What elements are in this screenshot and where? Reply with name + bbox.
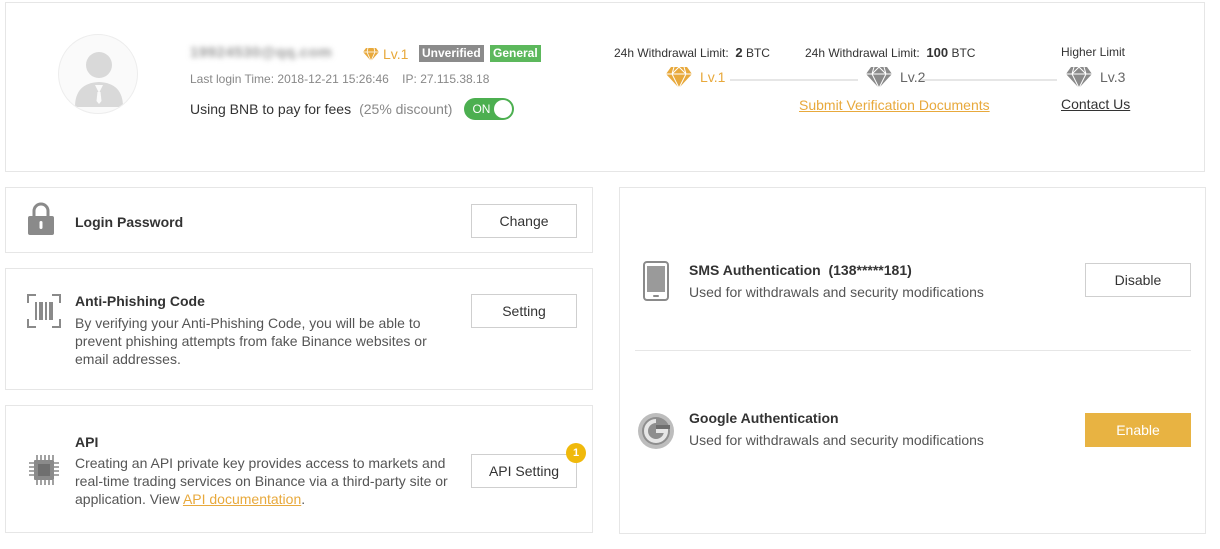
tier-label: Lv.3 (1100, 69, 1126, 85)
authentication-panel: SMS Authentication (138*****181) Used fo… (619, 187, 1206, 534)
login-password-title: Login Password (75, 214, 184, 230)
anti-phishing-title: Anti-Phishing Code (75, 293, 205, 309)
chip-icon (29, 455, 59, 485)
sms-auth-title-text: SMS Authentication (689, 262, 821, 278)
limit-label: 24h Withdrawal Limit: (805, 46, 920, 60)
google-authenticator-icon (638, 413, 674, 449)
api-description-end: . (301, 491, 306, 507)
sms-disable-button[interactable]: Disable (1085, 263, 1191, 297)
anti-phishing-description: By verifying your Anti-Phishing Code, yo… (75, 315, 427, 367)
anti-phishing-panel: Anti-Phishing Code By verifying your Ant… (5, 268, 593, 390)
last-login-time: 2018-12-21 15:26:46 (277, 72, 389, 86)
api-title: API (75, 434, 99, 450)
google-auth-title: Google Authentication (689, 410, 839, 426)
sms-auth-title: SMS Authentication (138*****181) (689, 262, 912, 278)
phone-icon (643, 261, 669, 301)
general-badge: General (490, 45, 541, 62)
limit-label: 24h Withdrawal Limit: (614, 46, 729, 60)
limit-amount: 2 (735, 45, 743, 60)
account-level-label: Lv.1 (383, 46, 409, 62)
auth-divider (635, 350, 1191, 351)
api-description: Creating an API private key provides acc… (75, 454, 453, 508)
tier-lv1: Lv.1 (666, 66, 725, 88)
diamond-icon (363, 47, 379, 61)
toggle-state-label: ON (472, 102, 491, 116)
toggle-knob (494, 100, 513, 118)
bnb-discount-label: (25% discount) (359, 101, 453, 117)
account-level: Lv.1 (363, 46, 408, 62)
sms-auth-description: Used for withdrawals and security modifi… (689, 284, 984, 300)
bnb-fee-toggle[interactable]: ON (464, 98, 515, 120)
profile-panel: 19924530@qq.com Lv.1 Unverified General … (5, 2, 1205, 172)
tier-lv2: Lv.2 (866, 66, 925, 88)
tier-label: Lv.1 (700, 69, 726, 85)
limit-currency: BTC (951, 46, 976, 60)
tier-progress-line (920, 79, 1057, 81)
contact-us-link[interactable]: Contact Us (1061, 96, 1130, 112)
api-documentation-link[interactable]: API documentation (183, 491, 301, 507)
higher-limit-label: Higher Limit (1061, 45, 1126, 59)
limit-currency: BTC (745, 46, 770, 60)
api-setting-button[interactable]: API Setting (471, 454, 577, 488)
tier-lv3: Lv.3 (1066, 66, 1125, 88)
diamond-icon (1066, 66, 1092, 88)
withdrawal-limit-lv2: 24h Withdrawal Limit: 100 BTC (805, 45, 975, 60)
google-enable-button[interactable]: Enable (1085, 413, 1191, 447)
login-password-panel: Login Password Change (5, 187, 593, 253)
bnb-fee-row: Using BNB to pay for fees (25% discount)… (190, 98, 515, 120)
ip-address: 27.115.38.18 (420, 72, 490, 86)
last-login-info: Last login Time: 2018-12-21 15:26:46 IP:… (190, 72, 489, 86)
unverified-badge: Unverified (419, 45, 484, 62)
barcode-scan-icon (27, 294, 61, 328)
account-email: 19924530@qq.com (190, 44, 333, 61)
change-password-button[interactable]: Change (471, 204, 577, 238)
withdrawal-limit-lv1: 24h Withdrawal Limit: 2 BTC (614, 45, 770, 60)
google-auth-description: Used for withdrawals and security modifi… (689, 432, 984, 448)
bnb-fee-label: Using BNB to pay for fees (190, 101, 352, 117)
submit-verification-link[interactable]: Submit Verification Documents (799, 97, 990, 113)
tier-progress-line (730, 79, 858, 81)
anti-phishing-setting-button[interactable]: Setting (471, 294, 577, 328)
api-panel: API Creating an API private key provides… (5, 405, 593, 533)
ip-label: IP: (402, 72, 417, 86)
sms-auth-phone: (138*****181) (828, 262, 912, 278)
tier-label: Lv.2 (900, 69, 926, 85)
user-avatar-icon (58, 34, 138, 114)
limit-amount: 100 (926, 45, 949, 60)
diamond-icon (666, 66, 692, 88)
api-notification-badge: 1 (566, 443, 586, 463)
diamond-icon (866, 66, 892, 88)
last-login-label: Last login Time: (190, 72, 275, 86)
lock-icon (28, 202, 54, 235)
